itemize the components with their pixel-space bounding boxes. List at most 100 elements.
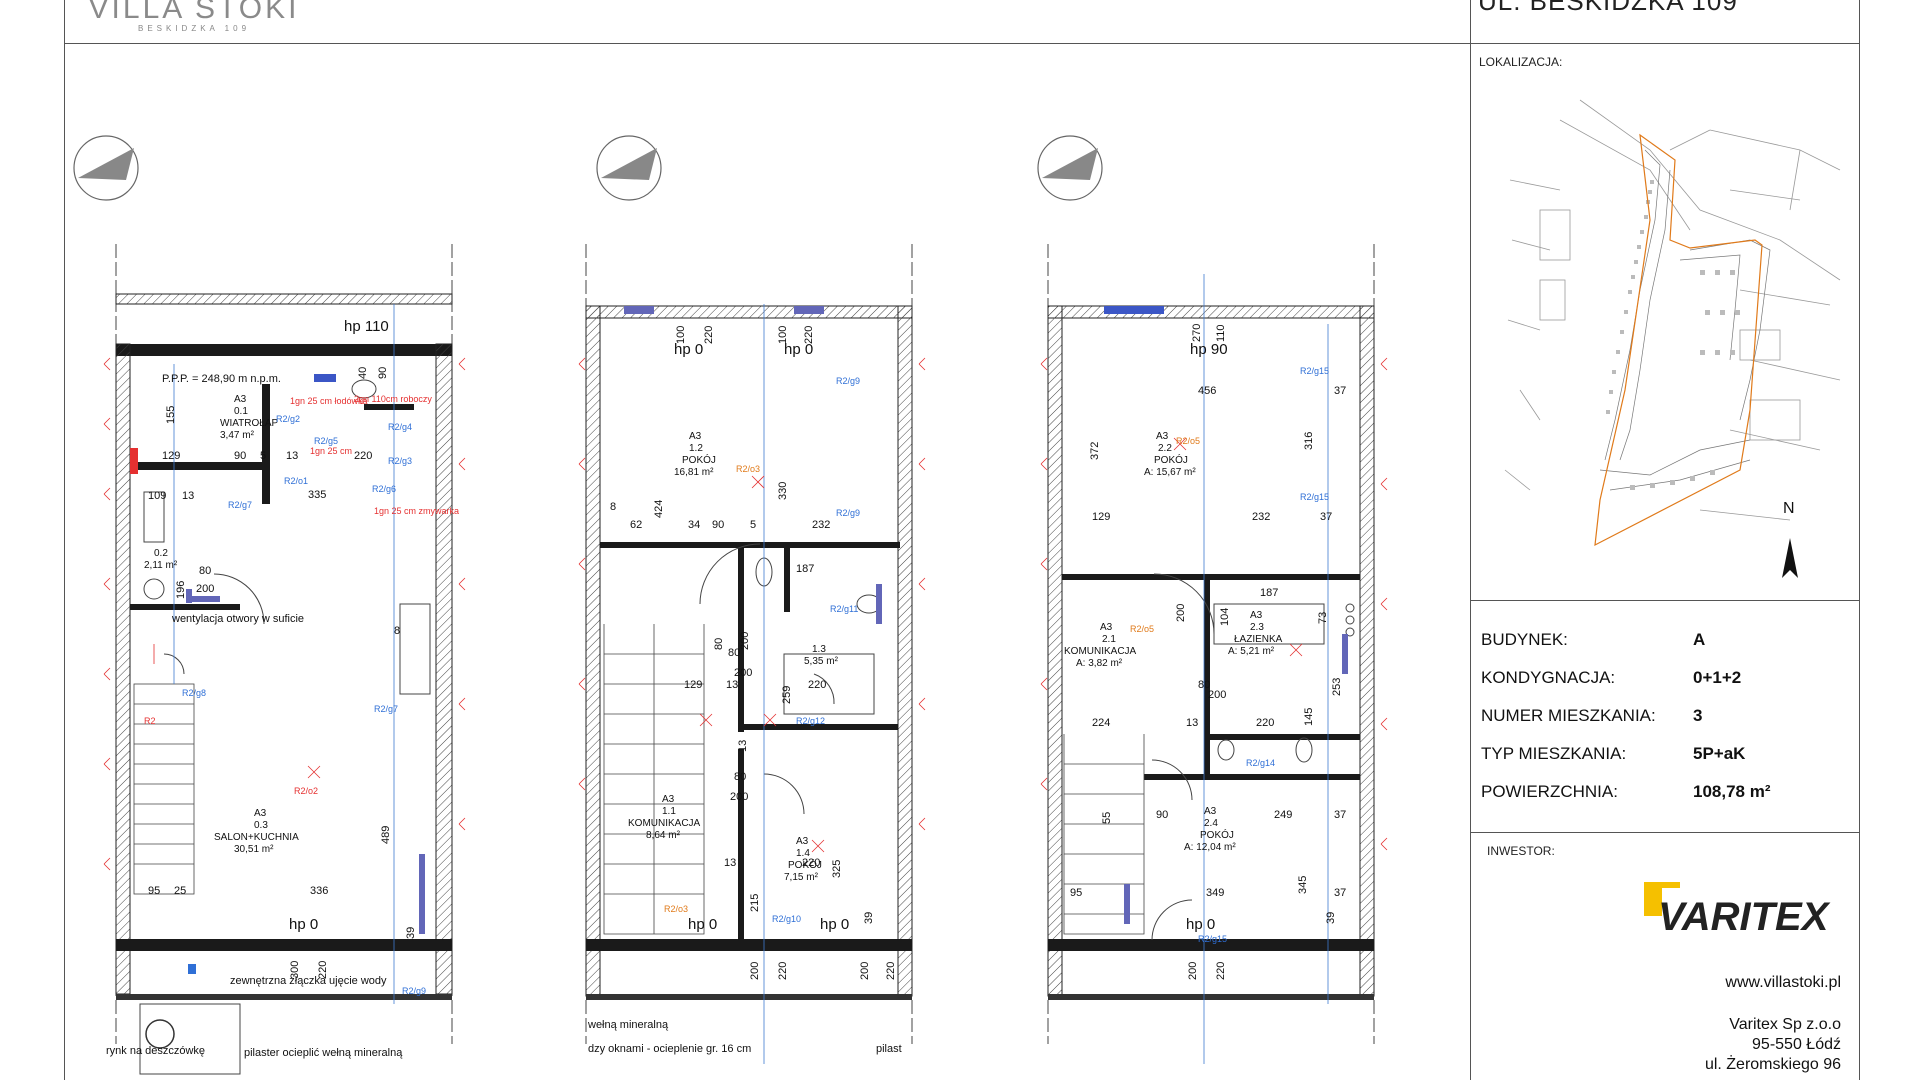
f1-room-1-num: 1.3: [812, 644, 826, 655]
f0-tag: R2/g5: [314, 436, 338, 446]
f0-note: 1gn 25 cm zmywarka: [374, 506, 459, 516]
f0-room-1-num: 0.2: [154, 548, 168, 559]
north-label: N: [1783, 500, 1795, 517]
f0-dim: 109: [148, 490, 166, 502]
f2-dim: 37: [1334, 809, 1346, 821]
f2-dim: 90: [1156, 809, 1168, 821]
f0-dim: 95: [148, 885, 160, 897]
f2-room-2-area: A: 5,21 m²: [1228, 646, 1275, 657]
f1-dim: 220: [803, 326, 815, 344]
f2-dim: 104: [1219, 608, 1231, 626]
f1-dim: 220: [885, 962, 897, 980]
website-link[interactable]: www.villastoki.pl: [1725, 974, 1841, 992]
f0-tag: R2/o2: [294, 786, 318, 796]
floor-plans-drawing: hp 110 hp 0 P.P.P. = 248,90 m n.p.m. A3 …: [73, 135, 1388, 1075]
f0-ppp: P.P.P. = 248,90 m n.p.m.: [162, 373, 281, 385]
f0-tag: R2/g6: [372, 484, 396, 494]
f0-dim: 90: [377, 367, 389, 379]
f1-dim: 220: [808, 679, 826, 691]
f0-note: 1gn 25 cm: [310, 446, 352, 456]
building-value: A: [1693, 630, 1706, 649]
apartment-number-value: 3: [1693, 706, 1703, 725]
f0-note: rynk na deszczówkę: [106, 1045, 205, 1057]
f1-tag: R2/g12: [796, 716, 825, 726]
f2-hp-bottom: hp 0: [1186, 916, 1215, 933]
f2-room-0-area: A: 15,67 m²: [1144, 467, 1196, 478]
company-name: Varitex Sp z.o.o: [1729, 1016, 1841, 1033]
f0-room-0-area: 3,47 m²: [220, 430, 255, 441]
f2-tag: R2/o5: [1130, 624, 1154, 634]
f0-dim: 336: [310, 885, 328, 897]
f2-room-3-name: POKÓJ: [1200, 828, 1234, 841]
f1-dim: 13: [726, 679, 738, 691]
f1-dim: 200: [734, 667, 752, 679]
f1-tag: R2/o3: [736, 464, 760, 474]
f1-dim: 5: [750, 519, 756, 531]
floor-plan-2: hp 90 hp 0 A3 2.2 POKÓJ A: 15,67 m² A3 2…: [1040, 244, 1388, 1064]
f2-room-2-num: 2.3: [1250, 622, 1264, 633]
f2-room-1-name: KOMUNIKACJA: [1064, 646, 1137, 657]
villa-stoki-logo: VILLA STOKI BESKIDZKA 109: [84, 0, 304, 42]
f0-hp-top: hp 110: [344, 318, 389, 335]
f0-room-2-code: A3: [254, 808, 267, 819]
f1-room-0-name: POKÓJ: [682, 453, 716, 466]
f2-room-3-area: A: 12,04 m²: [1184, 842, 1236, 853]
f0-tag: R2/g7: [228, 500, 252, 510]
f1-tag: R2/g9: [836, 508, 860, 518]
f0-dim: 155: [165, 406, 177, 424]
f2-dim: 187: [1260, 587, 1278, 599]
f1-dim: 129: [684, 679, 702, 691]
f1-dim: 39: [863, 912, 875, 924]
f2-dim: 249: [1274, 809, 1292, 821]
f0-dim: 129: [162, 450, 180, 462]
f0-note: 2gn 110cm roboczy: [354, 394, 432, 404]
f0-room-2-num: 0.3: [254, 820, 268, 831]
f1-dim: 13: [724, 857, 736, 869]
f0-dim: 40: [357, 367, 369, 379]
company-postcode: 95-550 Łódź: [1752, 1036, 1841, 1053]
f2-dim: 95: [1070, 887, 1082, 899]
f1-note: pilast: [876, 1043, 902, 1055]
f1-room-3-area: 7,15 m²: [784, 872, 819, 883]
f2-dim: 129: [1092, 511, 1110, 523]
f2-dim: 253: [1331, 678, 1343, 696]
f1-tag: R2/g9: [836, 376, 860, 386]
f0-dim: 13: [182, 490, 194, 502]
f0-tag: R2/g3: [388, 456, 412, 466]
compass-floor-2-icon: [1037, 135, 1103, 201]
f1-dim: 200: [730, 791, 748, 803]
f2-dim: 110: [1215, 324, 1227, 342]
f2-dim: 55: [1101, 812, 1113, 824]
f0-dim: 13: [286, 450, 298, 462]
f2-room-0-code: A3: [1156, 431, 1169, 442]
f2-room-1-num: 2.1: [1102, 634, 1116, 645]
f2-dim: 345: [1297, 876, 1309, 894]
f1-dim: 259: [781, 686, 793, 704]
varitex-brand-text: VARITEX: [1658, 895, 1831, 939]
f1-dim: 325: [831, 860, 843, 878]
f2-dim: 37: [1334, 385, 1346, 397]
floor-plan-1: hp 0 hp 0 hp 0 hp 0 A3 1.2 POKÓJ 16,81 m…: [578, 244, 926, 1064]
f2-dim: 145: [1303, 708, 1315, 726]
f1-dim: 34: [688, 519, 700, 531]
f2-room-3-code: A3: [1204, 806, 1217, 817]
f1-tag: R2/o3: [664, 904, 688, 914]
compass-floor-0-icon: [73, 135, 139, 201]
f0-room-2-name: SALON+KUCHNIA: [214, 832, 299, 843]
f0-dim: 8: [394, 625, 400, 637]
f2-hp-top: hp 90: [1190, 341, 1228, 358]
f0-dim: 80: [199, 565, 211, 577]
f0-note: zewnętrzna złączka ujęcie wody: [230, 975, 387, 987]
f2-dim: 232: [1252, 511, 1270, 523]
f1-dim: 90: [712, 519, 724, 531]
f1-room-0-code: A3: [689, 431, 702, 442]
f2-dim: 220: [1256, 717, 1274, 729]
f1-room-1-area: 5,35 m²: [804, 656, 839, 667]
f2-dim: 224: [1092, 717, 1110, 729]
f1-dim: 80: [713, 638, 725, 650]
location-label: LOKALIZACJA:: [1479, 55, 1563, 69]
f0-dim: 200: [196, 583, 214, 595]
f1-room-2-name: KOMUNIKACJA: [628, 818, 701, 829]
f2-dim: 349: [1206, 887, 1224, 899]
f1-tag: R2/g11: [830, 604, 858, 614]
